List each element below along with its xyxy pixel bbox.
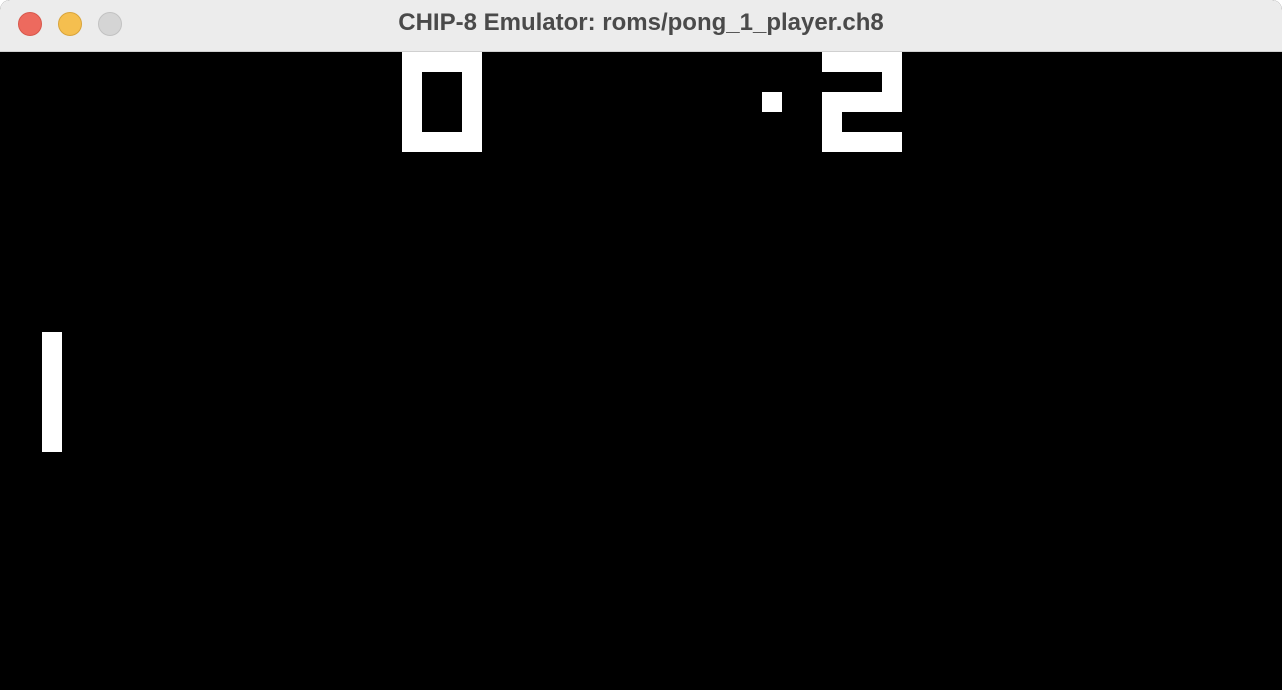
window-title: CHIP-8 Emulator: roms/pong_1_player.ch8 <box>398 9 884 36</box>
ball <box>762 92 782 112</box>
player-paddle <box>42 332 62 452</box>
title-bar[interactable]: CHIP-8 Emulator: roms/pong_1_player.ch8 <box>0 0 1282 52</box>
digit-zero-segment <box>402 132 482 152</box>
game-screen[interactable]: 0 2 <box>2 52 1280 690</box>
emulator-window: CHIP-8 Emulator: roms/pong_1_player.ch8 … <box>0 0 1282 690</box>
digit-two-segment <box>822 132 902 152</box>
